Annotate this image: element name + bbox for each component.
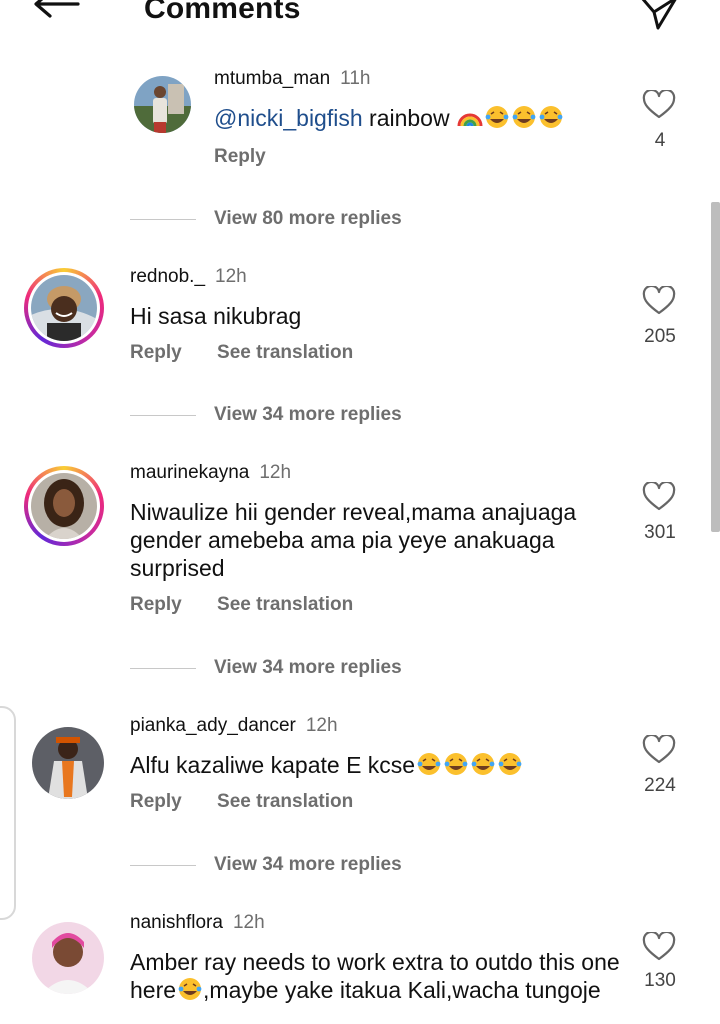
comment-time: 12h xyxy=(215,266,247,287)
like-count: 130 xyxy=(644,970,676,991)
comment-text: Amber ray needs to work extra to outdo t… xyxy=(130,948,620,1004)
comment-actions: Reply See translation xyxy=(130,594,383,616)
comment-username-row: rednob._ 12h xyxy=(130,266,247,288)
joy-emoji-icon xyxy=(498,753,522,775)
comment-username-row: mtumba_man 11h xyxy=(214,68,370,90)
arrow-left-icon[interactable] xyxy=(30,0,82,30)
like-button[interactable] xyxy=(642,286,678,316)
reply-button[interactable]: Reply xyxy=(130,791,182,812)
comment-text: Alfu kazaliwe kapate E kcse xyxy=(130,751,610,779)
heart-icon[interactable] xyxy=(642,286,676,316)
see-translation-button[interactable]: See translation xyxy=(217,594,353,615)
comment-username-row: pianka_ady_dancer 12h xyxy=(130,715,338,737)
joy-emoji-icon xyxy=(417,753,441,775)
like-button[interactable] xyxy=(642,90,678,120)
divider-line xyxy=(130,668,196,669)
view-replies-label[interactable]: View 34 more replies xyxy=(214,404,402,426)
avatar[interactable] xyxy=(134,76,191,133)
heart-icon[interactable] xyxy=(642,735,676,765)
reply-button[interactable]: Reply xyxy=(214,146,266,167)
heart-icon[interactable] xyxy=(642,932,676,962)
page-title: Comments xyxy=(144,0,301,25)
comment-time: 12h xyxy=(259,462,292,483)
view-replies-button[interactable]: View 34 more replies xyxy=(130,404,530,428)
see-translation-button[interactable]: See translation xyxy=(217,791,353,812)
comment-time: 12h xyxy=(232,912,265,933)
view-replies-label[interactable]: View 34 more replies xyxy=(214,657,402,679)
view-replies-button[interactable]: View 34 more replies xyxy=(130,657,530,681)
username[interactable]: maurinekayna xyxy=(130,462,249,483)
joy-emoji-icon xyxy=(444,753,468,775)
view-replies-label[interactable]: View 34 more replies xyxy=(214,854,402,876)
like-button[interactable] xyxy=(642,482,678,512)
see-translation-button[interactable]: See translation xyxy=(217,342,353,363)
divider-line xyxy=(130,219,196,220)
comments-header: Comments xyxy=(0,0,720,40)
like-button[interactable] xyxy=(642,735,678,765)
comment-actions: Reply xyxy=(214,146,296,168)
joy-emoji-icon xyxy=(539,106,563,128)
like-button[interactable] xyxy=(642,932,678,962)
rainbow-emoji-icon xyxy=(457,113,483,127)
comment-username-row: nanishflora 12h xyxy=(130,912,265,934)
like-count: 301 xyxy=(644,522,676,543)
mention-link[interactable]: @nicki_bigfish xyxy=(214,105,363,131)
joy-emoji-icon xyxy=(512,106,536,128)
view-replies-label[interactable]: View 80 more replies xyxy=(214,208,402,230)
comment-actions: Reply See translation xyxy=(130,791,383,813)
avatar[interactable] xyxy=(24,466,104,546)
like-count: 224 xyxy=(644,775,676,796)
username[interactable]: nanishflora xyxy=(130,912,223,933)
comment-username-row: maurinekayna 12h xyxy=(130,462,291,484)
joy-emoji-icon xyxy=(485,106,509,128)
heart-icon[interactable] xyxy=(642,90,676,120)
reply-button[interactable]: Reply xyxy=(130,594,182,615)
username[interactable]: pianka_ady_dancer xyxy=(130,715,296,736)
heart-icon[interactable] xyxy=(642,482,676,512)
divider-line xyxy=(130,415,196,416)
joy-emoji-icon xyxy=(471,753,495,775)
paper-plane-icon[interactable] xyxy=(636,0,680,32)
username[interactable]: mtumba_man xyxy=(214,68,330,89)
comment-text: Niwaulize hii gender reveal,mama anajuag… xyxy=(130,499,577,581)
reply-button[interactable]: Reply xyxy=(130,342,182,363)
scrollbar[interactable] xyxy=(711,202,720,532)
comment-text: Hi sasa nikubrag xyxy=(130,303,302,329)
avatar[interactable] xyxy=(32,922,104,994)
divider-line xyxy=(130,865,196,866)
username[interactable]: rednob._ xyxy=(130,266,205,287)
like-count: 205 xyxy=(644,326,676,347)
joy-emoji-icon xyxy=(178,978,202,1000)
view-replies-button[interactable]: View 34 more replies xyxy=(130,854,530,878)
avatar[interactable] xyxy=(32,727,104,799)
comment-actions: Reply See translation xyxy=(130,342,383,364)
comment-time: 11h xyxy=(340,68,371,89)
view-replies-button[interactable]: View 80 more replies xyxy=(130,208,530,232)
avatar[interactable] xyxy=(24,268,104,348)
comment-body-continued: ,maybe yake itakua Kali,wacha tungoje xyxy=(203,977,601,1003)
comment-body: rainbow xyxy=(362,105,456,131)
comment-body: Alfu kazaliwe kapate E kcse xyxy=(130,752,416,778)
like-count: 4 xyxy=(654,130,666,151)
side-panel-edge xyxy=(0,706,16,920)
comment-time: 12h xyxy=(305,715,338,736)
comment-text: @nicki_bigfish rainbow xyxy=(214,104,694,132)
